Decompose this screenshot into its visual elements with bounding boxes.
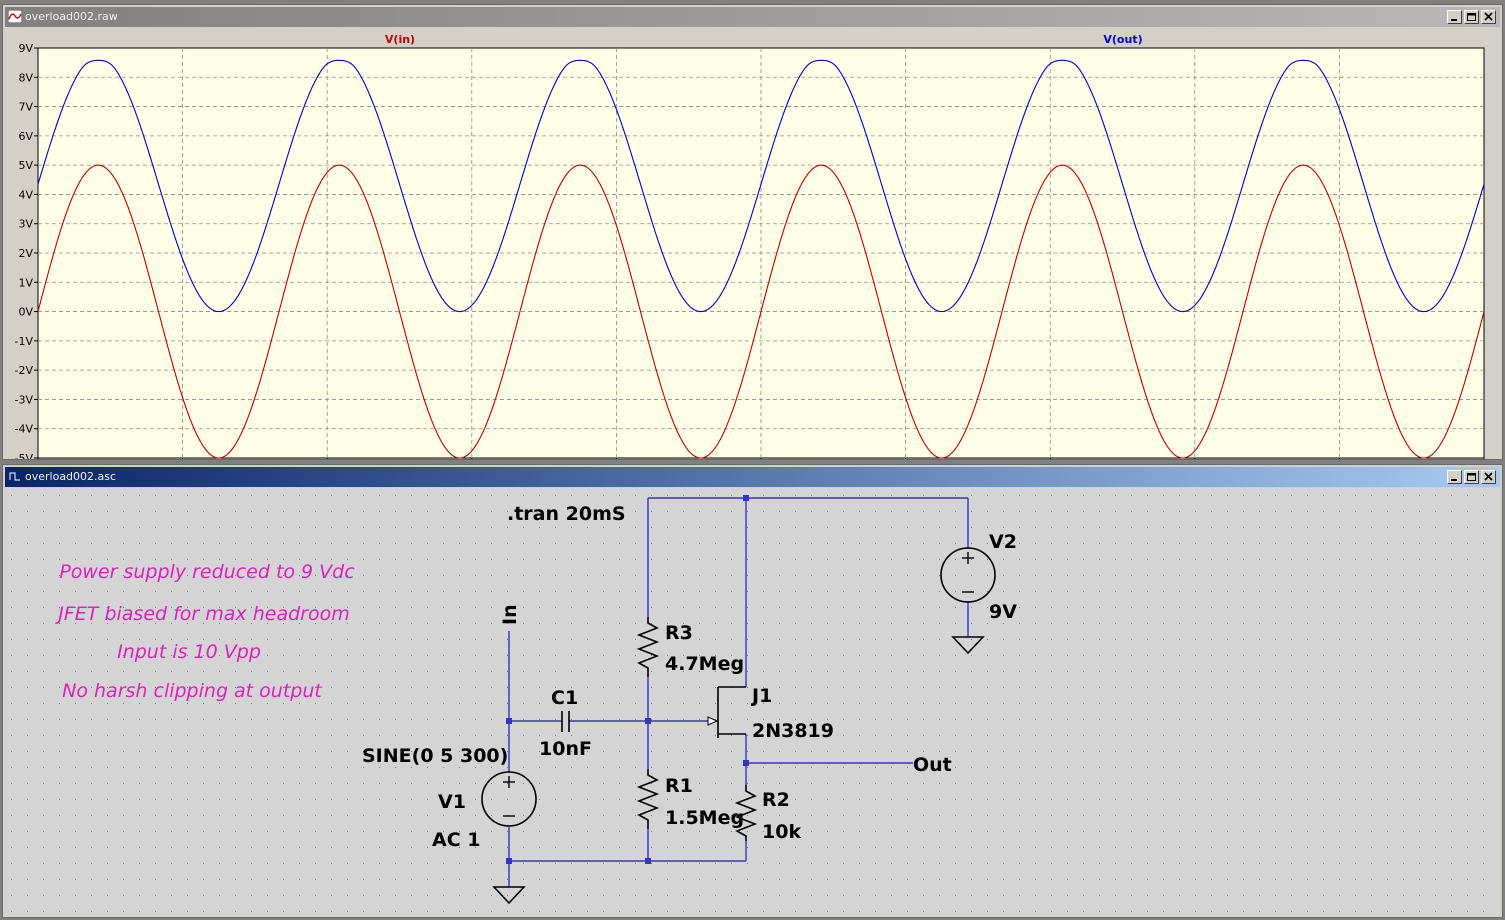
j1-value[interactable]: 2N3819: [752, 720, 834, 742]
y-tick-label: 6V: [18, 130, 33, 143]
maximize-button[interactable]: [1464, 10, 1479, 24]
waveform-window-title: overload002.raw: [25, 10, 118, 23]
y-tick-label: -4V: [15, 423, 34, 436]
v2-value[interactable]: 9V: [989, 601, 1017, 623]
note-jfet-bias[interactable]: JFET biased for max headroom: [54, 603, 349, 625]
note-input[interactable]: Input is 10 Vpp: [117, 641, 261, 663]
minimize-button[interactable]: [1447, 470, 1462, 484]
note-clipping[interactable]: No harsh clipping at output: [62, 680, 323, 702]
v1-value[interactable]: SINE(0 5 300): [362, 745, 508, 767]
schematic-app-icon: [8, 470, 22, 483]
legend-vout[interactable]: V(out): [1103, 33, 1142, 46]
schematic-window[interactable]: overload002.asc Power supply reduced to …: [2, 464, 1503, 918]
schematic-canvas[interactable]: Power supply reduced to 9 Vdc JFET biase…: [4, 488, 1499, 916]
maximize-button[interactable]: [1464, 470, 1479, 484]
schematic-window-title: overload002.asc: [25, 470, 117, 483]
y-tick-label: 3V: [18, 218, 33, 231]
y-tick-label: -1V: [15, 335, 34, 348]
waveform-app-icon: [8, 10, 22, 23]
v1-name[interactable]: V1: [438, 791, 466, 813]
note-power-supply[interactable]: Power supply reduced to 9 Vdc: [59, 561, 355, 583]
y-tick-label: -5V: [15, 452, 34, 459]
waveform-plot[interactable]: 9V8V7V6V5V4V3V2V1V0V-1V-2V-3V-4V-5V 0ms2…: [4, 29, 1499, 459]
close-button[interactable]: [1481, 10, 1496, 24]
r3-value[interactable]: 4.7Meg: [665, 653, 744, 675]
y-tick-label: 5V: [18, 159, 33, 172]
close-button[interactable]: [1481, 470, 1496, 484]
y-tick-label: 1V: [18, 276, 33, 289]
v2-name[interactable]: V2: [989, 531, 1017, 553]
c1-name[interactable]: C1: [551, 687, 578, 709]
r2-name[interactable]: R2: [762, 789, 790, 811]
minimize-button[interactable]: [1447, 10, 1462, 24]
y-tick-label: 4V: [18, 188, 33, 201]
tran-directive[interactable]: .tran 20mS: [507, 503, 626, 525]
schematic-titlebar[interactable]: overload002.asc: [5, 467, 1500, 487]
j1-name[interactable]: J1: [750, 685, 772, 707]
y-tick-label: -3V: [15, 393, 34, 406]
r1-value[interactable]: 1.5Meg: [665, 807, 744, 829]
r3-name[interactable]: R3: [665, 622, 693, 644]
r1-name[interactable]: R1: [665, 775, 693, 797]
out-net-label[interactable]: Out: [913, 754, 952, 776]
y-tick-label: 7V: [18, 101, 33, 114]
y-tick-label: 8V: [18, 71, 33, 84]
c1-value[interactable]: 10nF: [539, 738, 592, 760]
waveform-titlebar[interactable]: overload002.raw: [5, 7, 1500, 27]
y-tick-label: 2V: [18, 247, 33, 260]
waveform-window[interactable]: overload002.raw 9V 8V 7V 6V 5V 4V 3V 2V 1V 0V -1V -…: [2, 4, 1503, 460]
r2-value[interactable]: 10k: [762, 821, 801, 843]
y-tick-label: 0V: [18, 306, 33, 319]
in-net-label[interactable]: In: [499, 604, 521, 625]
v1-ac[interactable]: AC 1: [432, 829, 480, 851]
y-tick-label: 9V: [18, 42, 33, 55]
y-tick-label: -2V: [15, 364, 34, 377]
legend-vin[interactable]: V(in): [385, 33, 415, 46]
